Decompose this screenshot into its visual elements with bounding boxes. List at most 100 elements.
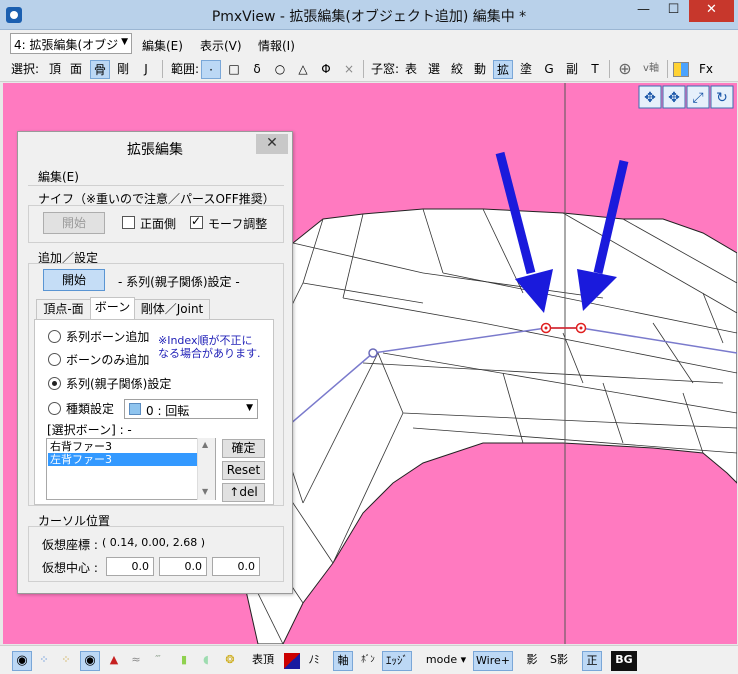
add-start-button[interactable]: 開始 xyxy=(43,269,105,291)
fx-button[interactable]: Fx xyxy=(695,60,717,79)
radio-series-parent-setting[interactable] xyxy=(48,377,61,390)
select-rigid-button[interactable]: 剛 xyxy=(115,60,131,79)
child-sub-button[interactable]: 副 xyxy=(564,60,580,79)
color-grid-icon[interactable] xyxy=(673,62,689,77)
reset-button[interactable]: Reset xyxy=(222,461,265,480)
range-phi-button[interactable]: Φ xyxy=(318,60,334,79)
range-circle-button[interactable]: ○ xyxy=(272,60,288,79)
window-title: PmxView - 拡張編集(オブジェクト追加) 編集中 * xyxy=(211,9,527,25)
chevron-down-icon[interactable]: ▼ xyxy=(202,487,208,496)
bone-type-value: 0 : 回転 xyxy=(146,404,190,418)
title-bar: PmxView - 拡張編集(オブジェクト追加) 編集中 * — ☐ ✕ xyxy=(0,0,738,30)
morph-icon[interactable]: ❂ xyxy=(221,651,239,671)
confirm-button[interactable]: 確定 xyxy=(222,439,265,458)
child-extend-button[interactable]: 拡 xyxy=(493,60,513,79)
tab-vertex-face[interactable]: 頂点-面 xyxy=(36,299,91,319)
bone-display-button[interactable]: ﾎﾞﾝ xyxy=(357,651,379,671)
color-toggle-icon[interactable] xyxy=(284,653,300,669)
radio-series-bone-add[interactable] xyxy=(48,330,61,343)
triangle-icon[interactable]: ▲ xyxy=(105,651,123,671)
shadow-button[interactable]: 影 xyxy=(522,651,542,671)
wave-icon[interactable]: ≈ xyxy=(127,651,145,671)
chevron-down-icon: ▼ xyxy=(246,403,253,413)
maximize-button[interactable]: ☐ xyxy=(660,0,687,22)
select-joint-button[interactable]: J xyxy=(138,60,154,79)
tab-rigid-joint[interactable]: 剛体／Joint xyxy=(134,299,210,319)
select-bone-button[interactable]: 骨 xyxy=(90,60,110,79)
virtual-center-z-field[interactable]: 0.0 xyxy=(212,557,260,576)
surface-vertex-button[interactable]: 表頂 xyxy=(249,651,277,671)
dialog-menu-edit[interactable]: 編集(E) xyxy=(38,168,79,185)
svg-text:✥: ✥ xyxy=(644,90,656,106)
menu-view[interactable]: 表示(V) xyxy=(200,37,242,54)
self-shadow-button[interactable]: S影 xyxy=(545,651,573,671)
front-side-checkbox[interactable] xyxy=(122,216,135,229)
rigid-body-icon[interactable]: ▮ xyxy=(175,651,193,671)
svg-text:⤢: ⤢ xyxy=(692,90,703,106)
range-triangle-button[interactable]: △ xyxy=(295,60,311,79)
select-face-button[interactable]: 面 xyxy=(68,60,84,79)
knife-start-button[interactable]: 開始 xyxy=(43,212,105,234)
toolbar-divider xyxy=(667,60,668,78)
type-swatch xyxy=(129,403,141,415)
minimize-button[interactable]: — xyxy=(630,0,657,22)
material-view-icon[interactable]: ◉ xyxy=(80,651,100,671)
svg-text:↻: ↻ xyxy=(716,90,728,106)
render-mode-dropdown[interactable]: mode ▾ xyxy=(422,651,470,671)
child-filter-button[interactable]: 絞 xyxy=(449,60,465,79)
child-window-label: 子窓: xyxy=(370,62,400,76)
front-side-label: 正面側 xyxy=(140,217,177,231)
child-motion-button[interactable]: 動 xyxy=(472,60,488,79)
tab-bone[interactable]: ボーン xyxy=(90,297,135,320)
edge-button[interactable]: ｴｯｼﾞ xyxy=(382,651,412,671)
child-t-button[interactable]: T xyxy=(587,60,603,79)
front-view-button[interactable]: 正 xyxy=(582,651,602,671)
child-select-button[interactable]: 選 xyxy=(426,60,442,79)
v-axis-button[interactable]: v軸 xyxy=(638,60,664,79)
texture-dots-icon[interactable]: ⁘ xyxy=(57,651,75,671)
background-button[interactable]: BG xyxy=(611,651,637,671)
move-up-delete-button[interactable]: ↑del xyxy=(222,483,265,502)
vertex-view-icon[interactable]: ◉ xyxy=(12,651,32,671)
mode-select[interactable]: 4: 拡張編集(オブジ ▼ xyxy=(10,33,132,54)
joint-icon[interactable]: ◖ xyxy=(197,651,215,671)
dialog-close-button[interactable]: ✕ xyxy=(256,134,288,154)
crosshair-icon[interactable]: ⊕ xyxy=(615,60,635,79)
child-g-button[interactable]: G xyxy=(541,60,557,79)
dialog-title-bar: 拡張編集 ✕ xyxy=(18,132,292,162)
select-label: 選択: xyxy=(10,62,40,76)
radio-bone-only-add-label: ボーンのみ追加 xyxy=(66,353,150,367)
virtual-center-y-field[interactable]: 0.0 xyxy=(159,557,207,576)
listbox-scrollbar[interactable]: ▲ ▼ xyxy=(197,438,215,500)
list-item-selected[interactable]: 左背ファー3 xyxy=(48,453,214,466)
bone-listbox[interactable]: 右背ファー3 左背ファー3 xyxy=(46,438,216,500)
range-point-button[interactable]: · xyxy=(201,60,221,79)
bone-joint-center xyxy=(579,326,583,330)
bone-joint[interactable] xyxy=(368,348,378,358)
radio-bone-only-add[interactable] xyxy=(48,353,61,366)
radio-series-bone-add-label: 系列ボーン追加 xyxy=(66,330,150,344)
range-lasso-button[interactable]: δ xyxy=(249,60,265,79)
range-clear-button[interactable]: × xyxy=(341,60,357,79)
virtual-coord-label: 仮想座標 : xyxy=(42,538,98,552)
menu-edit[interactable]: 編集(E) xyxy=(142,37,183,54)
child-table-button[interactable]: 表 xyxy=(403,60,419,79)
child-paint-button[interactable]: 塗 xyxy=(518,60,534,79)
toolbar-divider xyxy=(363,60,364,78)
wireframe-plus-button[interactable]: Wire+ xyxy=(473,651,513,671)
range-label: 範囲: xyxy=(170,62,200,76)
axis-button[interactable]: 軸 xyxy=(333,651,353,671)
virtual-center-x-field[interactable]: 0.0 xyxy=(106,557,154,576)
radio-type-setting[interactable] xyxy=(48,402,61,415)
only-button[interactable]: ﾉﾐ xyxy=(305,651,323,671)
select-vertex-button[interactable]: 頂 xyxy=(47,60,63,79)
list-item[interactable]: 右背ファー3 xyxy=(48,440,214,453)
bone-type-select[interactable]: 0 : 回転 ▼ xyxy=(124,399,258,419)
menu-info[interactable]: 情報(I) xyxy=(258,37,295,54)
morph-adjust-checkbox[interactable] xyxy=(190,214,203,229)
fur-icon[interactable]: ‴ xyxy=(149,651,167,671)
chevron-up-icon[interactable]: ▲ xyxy=(202,440,208,449)
grid-dots-icon[interactable]: ⁘ xyxy=(35,651,53,671)
range-rect-button[interactable]: □ xyxy=(226,60,242,79)
close-button[interactable]: ✕ xyxy=(689,0,734,22)
